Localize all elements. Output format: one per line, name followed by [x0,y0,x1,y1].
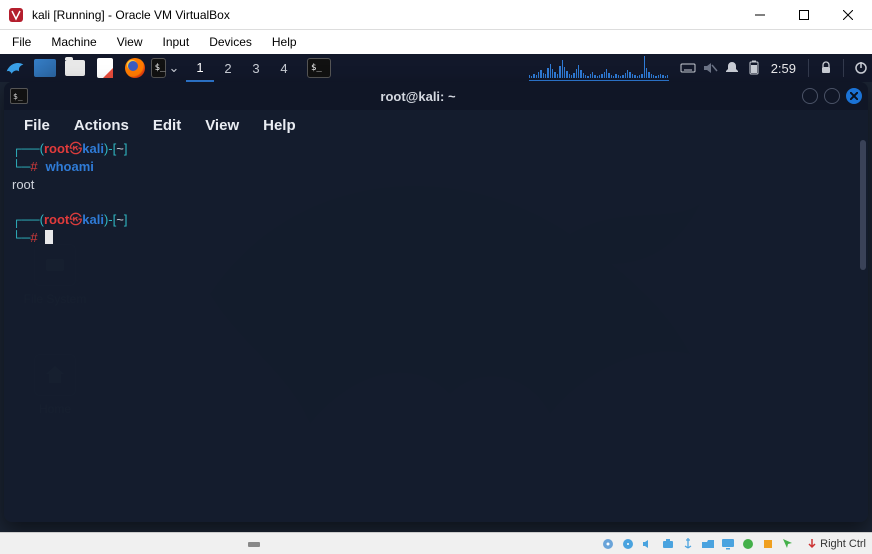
terminal-cursor [45,230,53,244]
arrow-down-icon [806,538,818,550]
terminal-close-button[interactable] [846,88,862,104]
host-key-indicator[interactable]: Right Ctrl [800,538,866,550]
sb-network-icon[interactable] [660,536,676,552]
terminal-titlebar[interactable]: $_ root@kali: ~ [4,82,868,110]
firefox-icon[interactable] [122,55,148,81]
terminal-title: root@kali: ~ [34,89,802,104]
terminal-launcher-icon[interactable]: $_⌄ [152,55,178,81]
text-editor-icon[interactable] [92,55,118,81]
storage-indicator-icon [246,536,262,552]
kali-panel: $_⌄ 1 2 3 4 $_ 2:59 [0,54,872,82]
term-menu-file[interactable]: File [14,115,60,136]
notifications-icon[interactable] [721,57,743,79]
sb-cpu-icon[interactable] [760,536,776,552]
vbox-menu-help[interactable]: Help [264,33,305,51]
lock-icon[interactable] [815,57,837,79]
term-menu-help[interactable]: Help [253,115,306,136]
sb-display-icon[interactable] [720,536,736,552]
vbox-titlebar: kali [Running] - Oracle VM VirtualBox [0,0,872,30]
virtualbox-icon [8,7,24,23]
volume-muted-icon[interactable] [699,57,721,79]
terminal-menubar: File Actions Edit View Help [4,110,868,140]
panel-clock[interactable]: 2:59 [765,61,802,76]
taskbar-terminal-window[interactable]: $_ [306,55,332,81]
terminal-body[interactable]: ┌──(root㉿kali)-[~] └─# whoami root ┌──(r… [12,140,860,514]
workspace-2[interactable]: 2 [214,54,242,82]
workspace-4[interactable]: 4 [270,54,298,82]
chevron-down-icon: ⌄ [168,60,179,76]
kali-menu-icon[interactable] [2,55,28,81]
workspace-3[interactable]: 3 [242,54,270,82]
host-key-label: Right Ctrl [820,538,866,550]
sb-shared-folders-icon[interactable] [700,536,716,552]
sb-audio-icon[interactable] [640,536,656,552]
term-menu-actions[interactable]: Actions [64,115,139,136]
sb-optical-icon[interactable] [620,536,636,552]
terminal-minimize-button[interactable] [802,88,818,104]
sb-mouse-integration-icon[interactable] [780,536,796,552]
terminal-scrollbar[interactable] [860,140,866,270]
vbox-menu-input[interactable]: Input [155,33,198,51]
show-desktop-icon[interactable] [32,55,58,81]
vbox-menu-machine[interactable]: Machine [43,33,104,51]
file-manager-icon[interactable] [62,55,88,81]
cpu-graph-icon[interactable] [529,55,669,81]
keyboard-icon[interactable] [677,57,699,79]
vbox-window-title: kali [Running] - Oracle VM VirtualBox [32,8,738,22]
vbox-statusbar: Right Ctrl [0,532,872,554]
vbox-menubar: File Machine View Input Devices Help [0,30,872,54]
terminal-maximize-button[interactable] [824,88,840,104]
guest-display: File System Home $_⌄ 1 2 3 4 $_ 2:59 [0,54,872,532]
vbox-menu-view[interactable]: View [109,33,151,51]
vbox-menu-file[interactable]: File [4,33,39,51]
battery-icon[interactable] [743,57,765,79]
sb-recording-icon[interactable] [740,536,756,552]
sb-usb-icon[interactable] [680,536,696,552]
close-button[interactable] [826,0,870,30]
vbox-menu-devices[interactable]: Devices [201,33,260,51]
sb-harddisk-icon[interactable] [600,536,616,552]
term-menu-edit[interactable]: Edit [143,115,191,136]
maximize-button[interactable] [782,0,826,30]
minimize-button[interactable] [738,0,782,30]
terminal-window: $_ root@kali: ~ File Actions Edit View H… [4,82,868,522]
terminal-app-icon: $_ [10,88,28,104]
term-menu-view[interactable]: View [195,115,249,136]
workspace-1[interactable]: 1 [186,54,214,82]
power-icon[interactable] [850,57,872,79]
